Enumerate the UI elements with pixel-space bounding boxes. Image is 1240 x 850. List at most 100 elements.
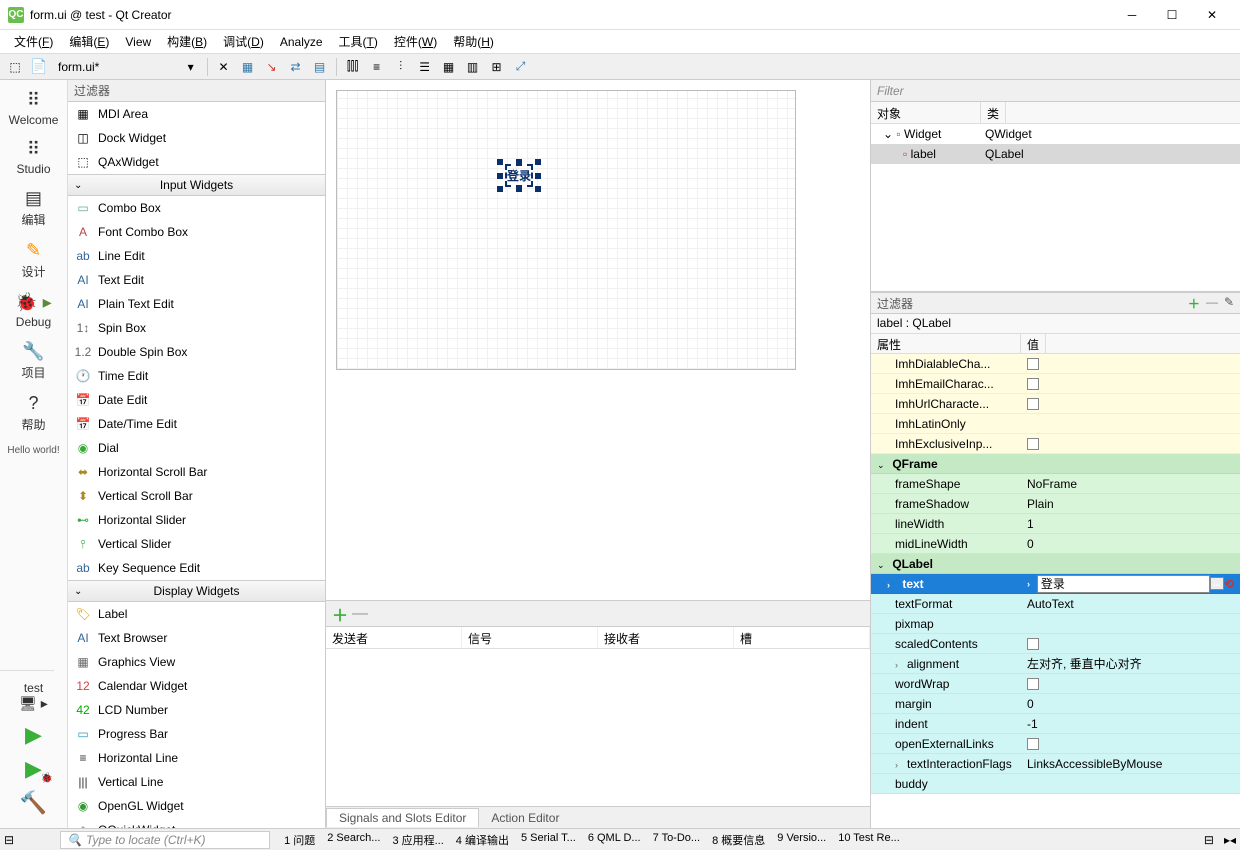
widget-date-edit[interactable]: 📅Date Edit [68, 388, 325, 412]
settings-icon[interactable]: ✎ [1224, 295, 1234, 312]
selected-label-widget[interactable]: 登录 [501, 163, 537, 188]
prop-group-QFrame[interactable]: ⌄ QFrame [871, 454, 1240, 474]
prop-lineWidth[interactable]: lineWidth1 [871, 514, 1240, 534]
menu-6[interactable]: 工具(T) [331, 31, 386, 52]
editor-tab-1[interactable]: Action Editor [479, 809, 571, 827]
signal-col[interactable]: 接收者 [598, 627, 734, 648]
form-canvas[interactable]: 登录 [336, 90, 796, 370]
property-filter[interactable]: 过滤器 ＋ — ✎ [871, 292, 1240, 314]
output-pane-1[interactable]: 1 问题 [280, 832, 319, 848]
widget-calendar-widget[interactable]: 12Calendar Widget [68, 674, 325, 698]
property-editor[interactable]: 属性 值 ImhDialableCha...ImhEmailCharac...I… [871, 334, 1240, 828]
prop-margin[interactable]: margin0 [871, 694, 1240, 714]
dropdown-icon[interactable]: ▾ [180, 56, 202, 78]
widget-horizontal-slider[interactable]: ⊷Horizontal Slider [68, 508, 325, 532]
widget-label[interactable]: 🏷Label [68, 602, 325, 626]
layout-v-icon[interactable]: ≡ [366, 56, 388, 78]
close-button[interactable]: ✕ [1192, 0, 1232, 30]
widget-text-browser[interactable]: AIText Browser [68, 626, 325, 650]
menu-2[interactable]: View [117, 33, 159, 51]
widget-vertical-slider[interactable]: ⫯Vertical Slider [68, 532, 325, 556]
widget-qquickwidget[interactable]: ◈QQuickWidget [68, 818, 325, 828]
checkbox[interactable] [1027, 638, 1039, 650]
object-inspector[interactable]: 对象 类 ⌄ ▫ WidgetQWidget▫ labelQLabel [871, 102, 1240, 292]
mode-设计[interactable]: ✎设计 [9, 234, 59, 286]
tree-header-class[interactable]: 类 [981, 102, 1006, 123]
menu-0[interactable]: 文件(F) [6, 31, 61, 52]
signal-col[interactable]: 槽 [734, 627, 870, 648]
prop-openExternalLinks[interactable]: openExternalLinks [871, 734, 1240, 754]
run-button[interactable]: ▶ [0, 718, 67, 752]
prop-alignment[interactable]: ›alignment左对齐, 垂直中心对齐 [871, 654, 1240, 674]
prop-pixmap[interactable]: pixmap [871, 614, 1240, 634]
mode-welcome[interactable]: ⠿Welcome [9, 84, 59, 133]
prop-ImhUrlCharacte[interactable]: ImhUrlCharacte... [871, 394, 1240, 414]
prop-header-name[interactable]: 属性 [871, 334, 1021, 353]
widget-font-combo-box[interactable]: AFont Combo Box [68, 220, 325, 244]
menu-5[interactable]: Analyze [272, 33, 331, 51]
widget-line-edit[interactable]: abLine Edit [68, 244, 325, 268]
minimize-button[interactable]: ─ [1112, 0, 1152, 30]
signal-col[interactable]: 发送者 [326, 627, 462, 648]
widget-filter[interactable]: 过滤器 [68, 80, 325, 102]
output-pane-6[interactable]: 6 QML D... [584, 832, 645, 848]
menu-7[interactable]: 控件(W) [386, 31, 445, 52]
prop-buddy[interactable]: buddy [871, 774, 1240, 794]
output-pane-9[interactable]: 9 Versio... [773, 832, 830, 848]
menu-8[interactable]: 帮助(H) [445, 31, 502, 52]
statusbar-toggle-icon[interactable]: ⊟ [1204, 833, 1214, 847]
checkbox[interactable] [1027, 398, 1039, 410]
signal-col[interactable]: 信号 [462, 627, 598, 648]
output-pane-2[interactable]: 2 Search... [323, 832, 384, 848]
edit-buddies-icon[interactable]: ⇄ [285, 56, 307, 78]
prop-textInteractionFlags[interactable]: ›textInteractionFlagsLinksAccessibleByMo… [871, 754, 1240, 774]
prop-midLineWidth[interactable]: midLineWidth0 [871, 534, 1240, 554]
prop-group-QLabel[interactable]: ⌄ QLabel [871, 554, 1240, 574]
prop-header-value[interactable]: 值 [1021, 334, 1046, 353]
output-pane-3[interactable]: 3 应用程... [388, 832, 447, 848]
checkbox[interactable] [1027, 358, 1039, 370]
build-button[interactable]: 🔨 [0, 786, 67, 820]
layout-hs-icon[interactable]: ⫶ [390, 56, 412, 78]
widget-time-edit[interactable]: 🕐Time Edit [68, 364, 325, 388]
mode-studio[interactable]: ⠿Studio [9, 133, 59, 182]
target-selector[interactable]: test 🖥 ▸ [0, 675, 67, 718]
remove-property-icon[interactable]: — [1206, 295, 1218, 312]
checkbox[interactable] [1027, 678, 1039, 690]
close-x-icon[interactable]: ✕ [213, 56, 235, 78]
checkbox[interactable] [1027, 438, 1039, 450]
widget-spin-box[interactable]: 1↕Spin Box [68, 316, 325, 340]
widget-progress-bar[interactable]: ▭Progress Bar [68, 722, 325, 746]
widget-combo-box[interactable]: ▭Combo Box [68, 196, 325, 220]
prop-ImhLatinOnly[interactable]: ImhLatinOnly [871, 414, 1240, 434]
widget-lcd-number[interactable]: 42LCD Number [68, 698, 325, 722]
tree-header-object[interactable]: 对象 [871, 102, 981, 123]
section-input-widgets[interactable]: ⌄Input Widgets [68, 174, 325, 196]
checkbox[interactable] [1027, 378, 1039, 390]
prop-ImhExclusiveInp[interactable]: ImhExclusiveInp... [871, 434, 1240, 454]
widget-horizontal-scroll-bar[interactable]: ⬌Horizontal Scroll Bar [68, 460, 325, 484]
widget-dock-widget[interactable]: ◫Dock Widget [68, 126, 325, 150]
add-property-icon[interactable]: ＋ [1188, 295, 1200, 312]
widget-plain-text-edit[interactable]: AIPlain Text Edit [68, 292, 325, 316]
mode-debug[interactable]: 🐞 ▸Debug [9, 286, 59, 335]
adjust-size-icon[interactable]: ⤢ [510, 56, 532, 78]
text-property-input[interactable] [1037, 575, 1210, 593]
prop-wordWrap[interactable]: wordWrap [871, 674, 1240, 694]
menu-3[interactable]: 构建(B) [159, 31, 215, 52]
prop-frameShadow[interactable]: frameShadowPlain [871, 494, 1240, 514]
statusbar-close-icon[interactable]: ▸◂ [1224, 833, 1236, 847]
output-pane-10[interactable]: 10 Test Re... [834, 832, 904, 848]
edit-taborder-icon[interactable]: ▤ [309, 56, 331, 78]
prop-scaledContents[interactable]: scaledContents [871, 634, 1240, 654]
run-debug-button[interactable]: ▶🐞 [0, 752, 67, 786]
document-name[interactable]: form.ui* [52, 60, 105, 74]
output-pane-8[interactable]: 8 概要信息 [708, 832, 769, 848]
prop-ImhDialableCha[interactable]: ImhDialableCha... [871, 354, 1240, 374]
widget-dial[interactable]: ◉Dial [68, 436, 325, 460]
layout-vs-icon[interactable]: ☰ [414, 56, 436, 78]
canvas-area[interactable]: 登录 [326, 80, 870, 600]
editor-tab-0[interactable]: Signals and Slots Editor [326, 808, 479, 827]
tree-row-Widget[interactable]: ⌄ ▫ WidgetQWidget [871, 124, 1240, 144]
output-pane-4[interactable]: 4 编译输出 [452, 832, 513, 848]
